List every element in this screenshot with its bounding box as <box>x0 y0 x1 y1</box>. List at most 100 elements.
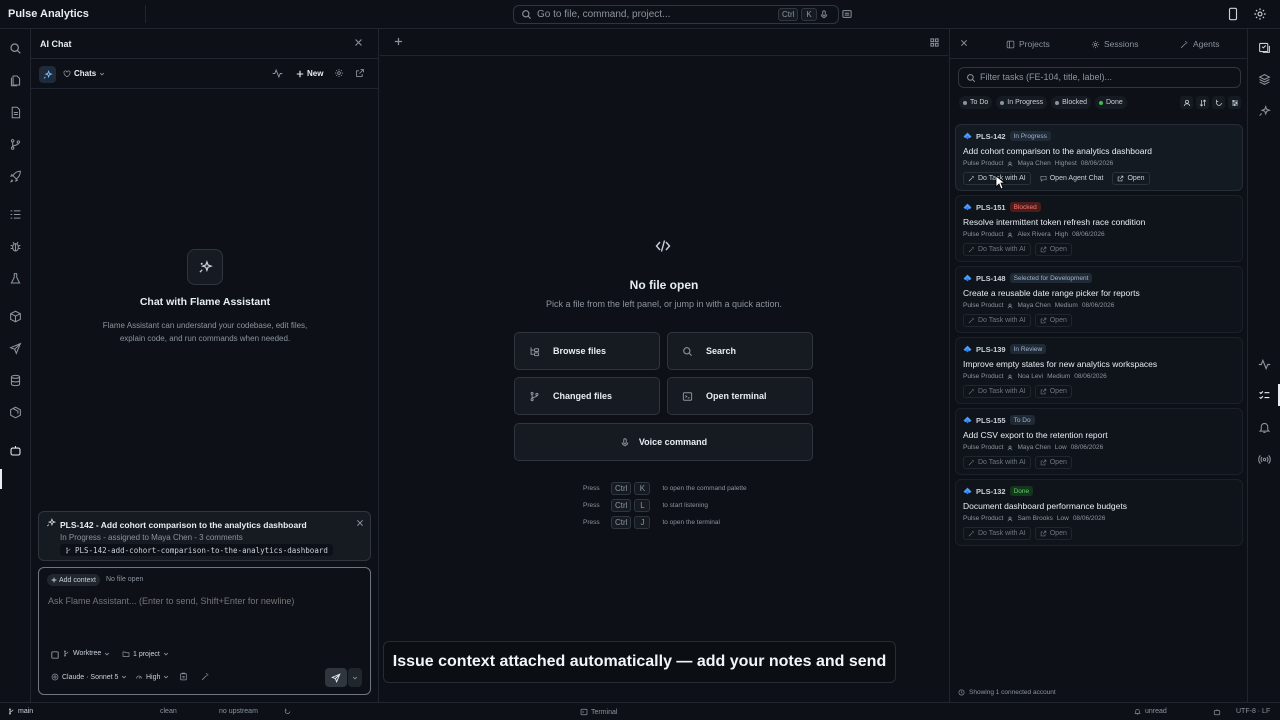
task-title: Resolve intermittent token refresh race … <box>963 217 1146 227</box>
robot-icon[interactable] <box>7 442 24 459</box>
clipboard-icon[interactable] <box>179 672 188 681</box>
search-icon[interactable] <box>7 40 24 57</box>
open-task-button[interactable]: Open <box>1034 527 1072 540</box>
tab-projects[interactable]: Projects <box>1006 39 1050 49</box>
microphone-icon[interactable] <box>819 9 829 20</box>
rocket-icon[interactable] <box>7 168 24 185</box>
refresh-icon[interactable] <box>1212 96 1225 109</box>
sparkle-icon[interactable] <box>1257 104 1272 119</box>
tasks-panel: Projects Sessions Agents To Do In Progre… <box>949 29 1248 702</box>
status-pill-todo[interactable]: To Do <box>959 96 993 109</box>
pulse-icon[interactable] <box>1257 357 1272 372</box>
checkbox[interactable] <box>51 651 59 659</box>
pill-label: Blocked <box>1062 99 1087 106</box>
do-task-with-ai-button[interactable]: Do Task with AI <box>963 243 1031 256</box>
tasks-icon[interactable] <box>1257 40 1272 55</box>
layout-icon[interactable] <box>841 8 853 20</box>
sort-icon[interactable] <box>1196 96 1209 109</box>
branch-name: PLS-142-add-cohort-comparison-to-the-ana… <box>75 545 328 555</box>
task-filter[interactable] <box>958 67 1241 88</box>
git-branch-icon[interactable] <box>7 136 24 153</box>
do-task-with-ai-button[interactable]: Do Task with AI <box>963 385 1031 398</box>
effort-label: High <box>146 673 161 681</box>
task-card[interactable]: PLS-139 In Review Improve empty states for… <box>955 337 1243 404</box>
broadcast-icon[interactable] <box>1257 452 1272 467</box>
changed-files-button[interactable]: Changed files <box>514 377 660 415</box>
open-terminal-label: Open terminal <box>706 391 767 401</box>
package-icon[interactable] <box>7 308 24 325</box>
checklist-icon[interactable] <box>1257 388 1272 403</box>
status-pill-done[interactable]: Done <box>1095 96 1127 109</box>
send-icon[interactable] <box>7 340 24 357</box>
tab-sessions[interactable]: Sessions <box>1091 39 1139 49</box>
bell-icon[interactable] <box>1134 708 1141 715</box>
open-agent-chat-button[interactable]: Open Agent Chat <box>1035 172 1109 185</box>
send-button[interactable] <box>325 668 347 687</box>
copilot-icon[interactable] <box>1213 708 1221 716</box>
close-icon[interactable] <box>354 38 363 47</box>
list-icon[interactable] <box>7 206 24 223</box>
task-card[interactable]: PLS-148 Selected for Development Create a … <box>955 266 1243 333</box>
bug-icon[interactable] <box>7 238 24 255</box>
box-icon[interactable] <box>7 404 24 421</box>
phone-icon[interactable] <box>1227 7 1239 21</box>
sliders-icon[interactable] <box>1228 96 1241 109</box>
chat-input[interactable] <box>48 596 358 606</box>
terminal-toggle[interactable]: Terminal <box>580 708 617 716</box>
task-meta: Pulse Product Maya Chen Low 08/06/2026 <box>963 444 1103 451</box>
grid-icon[interactable] <box>930 38 939 47</box>
bell-icon[interactable] <box>1257 420 1272 435</box>
voice-command-button[interactable]: Voice command <box>514 423 813 461</box>
new-tab-icon[interactable] <box>394 37 403 46</box>
task-card[interactable]: PLS-155 To Do Add CSV export to the retent… <box>955 408 1243 475</box>
do-task-with-ai-button[interactable]: Do Task with AI <box>963 314 1031 327</box>
close-icon[interactable] <box>960 39 968 47</box>
magic-wand-icon[interactable] <box>201 672 210 681</box>
model-dropdown[interactable]: Claude · Sonnet 5 <box>51 673 127 681</box>
files-icon[interactable] <box>7 72 24 89</box>
open-task-button[interactable]: Open <box>1034 243 1072 256</box>
document-icon[interactable] <box>7 104 24 121</box>
effort-dropdown[interactable]: High <box>135 673 169 681</box>
gear-icon[interactable] <box>334 68 344 78</box>
open-task-button[interactable]: Open <box>1034 456 1072 469</box>
new-chat-button[interactable]: New <box>296 69 323 78</box>
task-filter-input[interactable] <box>980 72 1230 82</box>
flask-icon[interactable] <box>7 270 24 287</box>
open-task-button[interactable]: Open <box>1034 385 1072 398</box>
unread-count[interactable]: unread <box>1145 708 1167 715</box>
layers-icon[interactable] <box>1257 72 1272 87</box>
close-icon[interactable] <box>356 519 364 527</box>
pulse-icon[interactable] <box>272 68 283 79</box>
do-task-with-ai-button[interactable]: Do Task with AI <box>963 456 1031 469</box>
database-icon[interactable] <box>7 372 24 389</box>
encoding-status[interactable]: UTF-8 · LF <box>1236 708 1270 715</box>
do-task-with-ai-button[interactable]: Do Task with AI <box>963 527 1031 540</box>
gear-icon[interactable] <box>1253 7 1267 21</box>
open-terminal-button[interactable]: Open terminal <box>667 377 813 415</box>
status-pill-blocked[interactable]: Blocked <box>1051 96 1091 109</box>
issue-context-card[interactable]: PLS-142 - Add cohort comparison to the a… <box>38 511 371 561</box>
send-options-button[interactable] <box>348 668 362 687</box>
branch-status[interactable]: main <box>8 708 33 715</box>
add-context-button[interactable]: Add context <box>47 574 100 586</box>
worktree-dropdown[interactable]: Worktree <box>63 650 110 657</box>
tab-agents[interactable]: Agents <box>1180 39 1219 49</box>
search-label: Search <box>706 346 737 356</box>
sync-icon[interactable] <box>284 708 291 715</box>
external-link-icon[interactable] <box>355 68 365 78</box>
project-dropdown[interactable]: 1 project <box>122 650 169 658</box>
command-search[interactable]: Go to file, command, project... Ctrl K <box>513 5 839 24</box>
task-tools <box>1180 96 1241 109</box>
open-task-button[interactable]: Open <box>1034 314 1072 327</box>
status-pill-in-progress[interactable]: In Progress <box>996 96 1048 109</box>
user-filter-icon[interactable] <box>1180 96 1193 109</box>
browse-files-button[interactable]: Browse files <box>514 332 660 370</box>
sparkle-button[interactable] <box>39 66 56 83</box>
open-task-button[interactable]: Open <box>1112 172 1150 185</box>
task-card[interactable]: PLS-151 Blocked Resolve intermittent token… <box>955 195 1243 262</box>
search-button[interactable]: Search <box>667 332 813 370</box>
chats-dropdown[interactable]: Chats <box>63 69 105 78</box>
task-title: Improve empty states for new analytics w… <box>963 359 1158 369</box>
task-card[interactable]: PLS-132 Done Document dashboard performanc… <box>955 479 1243 546</box>
